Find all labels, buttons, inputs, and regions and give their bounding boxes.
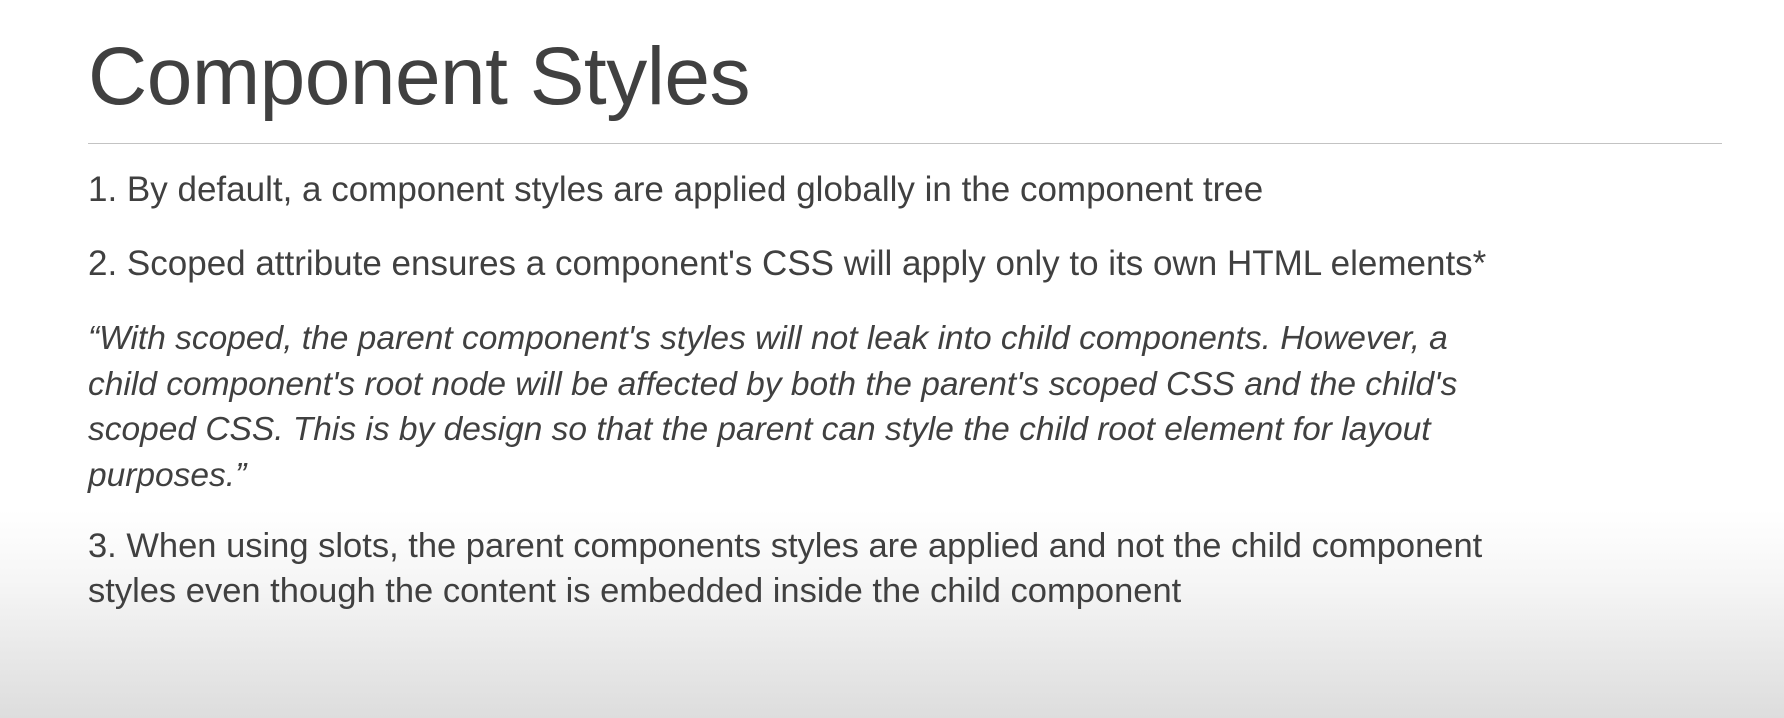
- bullet-point-3: 3. When using slots, the parent componen…: [88, 524, 1688, 613]
- bullet-point-1: 1. By default, a component styles are ap…: [88, 170, 1264, 209]
- slide-title: Component Styles: [88, 31, 751, 122]
- bullet-point-3-line: styles even though the content is embedd…: [88, 571, 1182, 610]
- title-divider: [88, 143, 1722, 144]
- quote-line: “With scoped, the parent component's sty…: [88, 320, 1448, 357]
- bullet-point-3-line: 3. When using slots, the parent componen…: [88, 527, 1483, 565]
- quote-line: scoped CSS. This is by design so that th…: [88, 411, 1431, 448]
- slide: Component Styles 1. By default, a compon…: [0, 0, 1784, 718]
- scoped-css-quote: “With scoped, the parent component's sty…: [88, 316, 1688, 498]
- bullet-point-2: 2. Scoped attribute ensures a component'…: [88, 244, 1487, 283]
- quote-line: purposes.”: [88, 456, 247, 494]
- quote-line: child component's root node will be affe…: [88, 365, 1458, 403]
